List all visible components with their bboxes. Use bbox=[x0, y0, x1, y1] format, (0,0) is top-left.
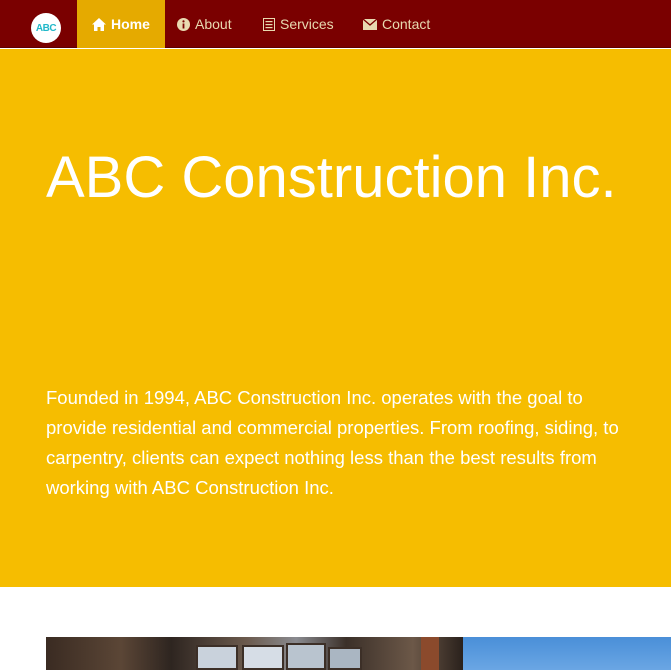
photo-gallery bbox=[46, 637, 671, 670]
nav-services-label: Services bbox=[280, 16, 334, 32]
wood-beam bbox=[421, 637, 439, 670]
window-pane bbox=[242, 645, 284, 670]
nav-about-label: About bbox=[195, 16, 232, 32]
nav-home-label: Home bbox=[111, 16, 150, 32]
hero-description: Founded in 1994, ABC Construction Inc. o… bbox=[46, 387, 619, 498]
envelope-icon bbox=[363, 18, 377, 30]
home-icon bbox=[92, 17, 106, 31]
info-icon bbox=[177, 17, 190, 31]
window-pane bbox=[328, 647, 362, 670]
nav-services[interactable]: Services bbox=[263, 0, 334, 48]
nav-home[interactable]: Home bbox=[77, 0, 165, 48]
top-navbar: ABC Home About Services Contact bbox=[0, 0, 671, 48]
hero-title: ABC Construction Inc. bbox=[46, 145, 617, 210]
window-pane bbox=[286, 643, 326, 670]
brand-logo-text: ABC bbox=[35, 22, 57, 34]
blue-sky-photo bbox=[463, 637, 671, 670]
interior-room-photo bbox=[46, 637, 463, 670]
nav-contact-label: Contact bbox=[382, 16, 431, 32]
window-pane bbox=[196, 645, 238, 670]
hero-section: ABC Construction Inc. Founded in 1994, A… bbox=[0, 49, 671, 587]
nav-about[interactable]: About bbox=[177, 0, 232, 48]
list-icon bbox=[263, 17, 275, 31]
nav-contact[interactable]: Contact bbox=[363, 0, 430, 48]
brand-logo[interactable]: ABC bbox=[31, 13, 61, 43]
